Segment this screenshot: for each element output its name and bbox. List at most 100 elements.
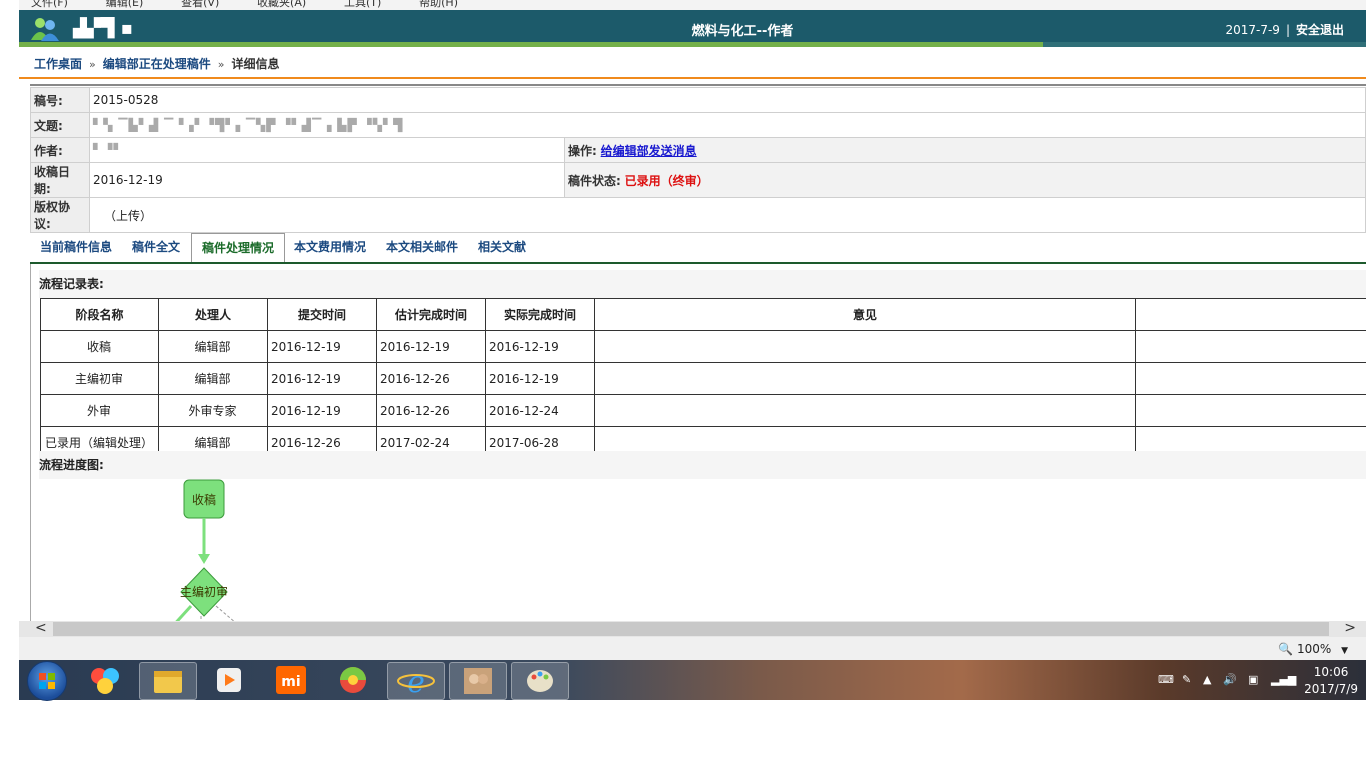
header-date: 2017-7-9 bbox=[1225, 23, 1280, 37]
author-value-masked: ▘▝▘ bbox=[89, 137, 565, 163]
table-cell: 2016-12-26 bbox=[376, 362, 486, 395]
menu-file[interactable]: 文件(F) bbox=[31, 0, 68, 9]
status-value: 已录用（终审） bbox=[624, 173, 709, 188]
status-label: 稿件状态: bbox=[568, 173, 621, 188]
table-cell: 编辑部 bbox=[158, 362, 268, 395]
logout-button[interactable]: 安全退出 bbox=[1296, 23, 1344, 37]
scroll-left-button[interactable]: < bbox=[35, 620, 47, 636]
table-cell: 主编初审 bbox=[40, 362, 159, 395]
page-title: 燃料与化工--作者 bbox=[691, 24, 794, 39]
menu-help[interactable]: 帮助(H) bbox=[419, 0, 458, 9]
table-cell: 2016-12-19 bbox=[267, 362, 377, 395]
zoom-control[interactable]: 🔍 100% ▼ bbox=[1278, 642, 1348, 656]
flow-record-table: 阶段名称 处理人 提交时间 估计完成时间 实际完成时间 意见 收稿 编辑部 20… bbox=[40, 298, 1366, 459]
table-cell: 2016-12-19 bbox=[267, 394, 377, 427]
manuscript-no-label: 稿号: bbox=[30, 87, 90, 113]
pen-icon[interactable]: ✎ bbox=[1182, 673, 1191, 686]
flow-diagram: 收稿 主编初审 bbox=[174, 479, 236, 622]
table-row: 主编初审 编辑部 2016-12-19 2016-12-26 2016-12-1… bbox=[40, 362, 1366, 395]
table-cell: 编辑部 bbox=[158, 330, 268, 363]
svg-text:mi: mi bbox=[281, 674, 300, 690]
taskbar-app-360-icon[interactable] bbox=[77, 662, 133, 698]
taskbar-paint-icon[interactable] bbox=[511, 662, 569, 700]
column-header: 阶段名称 bbox=[40, 298, 159, 331]
taskbar-photo-icon[interactable] bbox=[449, 662, 507, 700]
node-received-label: 收稿 bbox=[192, 492, 216, 507]
table-cell: 外审专家 bbox=[158, 394, 268, 427]
received-date-value: 2016-12-19 bbox=[89, 162, 565, 198]
table-cell bbox=[594, 394, 1136, 427]
received-date-label: 收稿日期: bbox=[30, 162, 90, 198]
taskbar-color-ball-icon[interactable] bbox=[325, 662, 381, 698]
windows-logo-icon bbox=[39, 673, 55, 689]
manuscript-no-value: 2015-0528 bbox=[89, 87, 1366, 113]
tab-content: 流程记录表: 阶段名称 处理人 提交时间 估计完成时间 实际完成时间 意见 收稿… bbox=[30, 264, 1366, 622]
table-cell: 2016-12-19 bbox=[485, 330, 595, 363]
tab-references[interactable]: 相关文献 bbox=[478, 238, 526, 255]
svg-text:e: e bbox=[407, 665, 425, 699]
manuscript-info-table: 稿号: 2015-0528 文题: ▘▚ ▔▙▘▟ ▔▝▗▘▝▜▘▖▔▚▛ ▝▘… bbox=[30, 87, 1366, 233]
column-header: 处理人 bbox=[158, 298, 268, 331]
status-cell: 稿件状态: 已录用（终审） bbox=[564, 162, 1366, 198]
node-chief-editor-review-label: 主编初审 bbox=[180, 584, 228, 599]
breadcrumb-processing[interactable]: 编辑部正在处理稿件 bbox=[103, 57, 211, 71]
operation-label: 操作: bbox=[568, 143, 597, 158]
copyright-label: 版权协议: bbox=[30, 197, 90, 233]
author-label: 作者: bbox=[30, 137, 90, 163]
table-header-row: 阶段名称 处理人 提交时间 估计完成时间 实际完成时间 意见 bbox=[40, 298, 1366, 331]
table-cell: 2016-12-19 bbox=[376, 330, 486, 363]
table-cell bbox=[1135, 330, 1366, 363]
taskbar-ie-icon[interactable]: e bbox=[387, 662, 445, 700]
table-cell bbox=[1135, 394, 1366, 427]
taskbar-mi-icon[interactable]: mi bbox=[263, 662, 319, 698]
header-separator: | bbox=[1285, 23, 1290, 37]
table-cell: 2016-12-26 bbox=[376, 394, 486, 427]
chevron-down-icon: ▼ bbox=[1341, 646, 1348, 656]
send-message-link[interactable]: 给编辑部发送消息 bbox=[601, 144, 697, 158]
flow-arrow bbox=[198, 518, 210, 564]
show-hidden-icons-icon[interactable]: ▲ bbox=[1203, 673, 1211, 686]
title-label: 文题: bbox=[30, 112, 90, 138]
column-header bbox=[1135, 298, 1366, 331]
table-cell bbox=[1135, 362, 1366, 395]
start-button[interactable] bbox=[27, 661, 67, 701]
tab-current-info[interactable]: 当前稿件信息 bbox=[40, 238, 112, 255]
divider bbox=[30, 84, 1366, 86]
menu-edit[interactable]: 编辑(E) bbox=[106, 0, 144, 9]
node-received: 收稿 bbox=[183, 479, 225, 519]
tab-processing-status[interactable]: 稿件处理情况 bbox=[191, 233, 286, 262]
menu-favorites[interactable]: 收藏夹(A) bbox=[257, 0, 306, 9]
tab-fees[interactable]: 本文费用情况 bbox=[294, 238, 366, 255]
table-cell: 2016-12-19 bbox=[267, 330, 377, 363]
system-clock[interactable]: 10:06 2017/7/9 bbox=[1304, 664, 1358, 698]
scroll-thumb[interactable] bbox=[53, 622, 1329, 636]
node-chief-editor-review: 主编初审 bbox=[174, 567, 236, 622]
keyboard-icon[interactable]: ⌨ bbox=[1158, 673, 1174, 686]
device-icon[interactable]: ▣ bbox=[1248, 673, 1258, 686]
volume-icon[interactable]: 🔊 bbox=[1223, 673, 1237, 686]
tab-related-emails[interactable]: 本文相关邮件 bbox=[386, 238, 458, 255]
column-header: 估计完成时间 bbox=[376, 298, 486, 331]
taskbar-explorer-icon[interactable] bbox=[139, 662, 197, 700]
column-header: 实际完成时间 bbox=[485, 298, 595, 331]
horizontal-scrollbar[interactable]: < > bbox=[19, 620, 1366, 637]
scroll-right-button[interactable]: > bbox=[1344, 620, 1356, 636]
breadcrumb-current: 详细信息 bbox=[231, 57, 280, 71]
taskbar-media-player-icon[interactable] bbox=[201, 662, 257, 698]
table-row: 收稿 编辑部 2016-12-19 2016-12-19 2016-12-19 bbox=[40, 330, 1366, 363]
menu-tools[interactable]: 工具(T) bbox=[344, 0, 381, 9]
menu-view[interactable]: 查看(V) bbox=[181, 0, 219, 9]
copyright-upload-link[interactable]: （上传） bbox=[89, 197, 1366, 233]
tab-bar: 当前稿件信息 稿件全文 稿件处理情况 本文费用情况 本文相关邮件 相关文献 bbox=[30, 229, 1366, 264]
tab-full-text[interactable]: 稿件全文 bbox=[132, 238, 180, 255]
breadcrumb-workbench[interactable]: 工作桌面 bbox=[34, 57, 82, 71]
table-cell: 外审 bbox=[40, 394, 159, 427]
windows-taskbar: mi e ⌨ ✎ ▲ 🔊 ▣ ▂▄▆ 10:06 2017/7/9 bbox=[19, 660, 1366, 701]
table-cell: 2016-12-24 bbox=[485, 394, 595, 427]
table-cell bbox=[594, 330, 1136, 363]
column-header: 意见 bbox=[594, 298, 1136, 331]
table-cell: 收稿 bbox=[40, 330, 159, 363]
column-header: 提交时间 bbox=[267, 298, 377, 331]
network-signal-icon[interactable]: ▂▄▆ bbox=[1271, 673, 1296, 686]
breadcrumb: 工作桌面 » 编辑部正在处理稿件 » 详细信息 bbox=[19, 47, 1366, 79]
